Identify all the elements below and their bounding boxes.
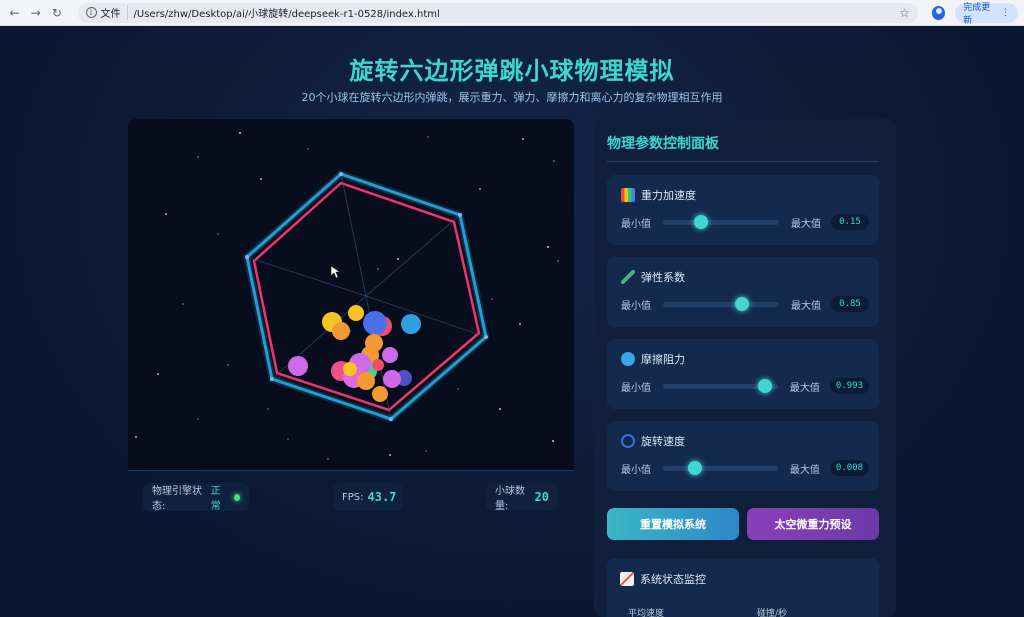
min-label: 最小值	[621, 464, 651, 476]
monitor-title: 系统状态监控	[640, 573, 706, 586]
control-panel: 物理参数控制面板 重力加速度 最小值 最大值 0.15 弹性系数 最小值 最大值…	[594, 119, 896, 617]
more-menu-icon: ⋮	[1001, 7, 1010, 18]
engine-status-box: 物理引擎状态: 正常	[143, 483, 249, 512]
ball-count-label: 小球数量:	[495, 486, 525, 512]
update-label: 完成更新	[963, 2, 991, 26]
fps-box: FPS: 43.7	[333, 483, 403, 511]
max-label: 最大值	[791, 300, 821, 312]
url-text[interactable]: /Users/zhw/Desktop/ai/小球旋转/deepseek-r1-0…	[134, 5, 900, 20]
max-label: 最大值	[789, 464, 820, 476]
rotation-slider[interactable]	[663, 460, 778, 475]
friction-slider[interactable]	[663, 378, 778, 393]
simulation-svg	[135, 132, 559, 460]
param-card-rotation: 旋转速度 最小值 最大值 0.008	[607, 421, 879, 491]
bar-chart-icon	[621, 188, 635, 202]
simulation-canvas[interactable]	[128, 119, 574, 471]
ball-count-value: 20	[534, 490, 549, 504]
forward-arrow-icon[interactable]: →	[27, 4, 44, 22]
param-label: 摩擦阻力	[641, 353, 685, 366]
spiral-icon	[621, 434, 635, 448]
ball	[372, 386, 388, 402]
ball	[332, 322, 350, 340]
param-value: 0.008	[829, 460, 869, 476]
max-label: 最大值	[791, 218, 821, 230]
param-value: 0.993	[829, 378, 869, 394]
browser-toolbar: ← → ↻ i 文件 /Users/zhw/Desktop/ai/小球旋转/de…	[0, 0, 1024, 26]
space-preset-button[interactable]: 太空微重力预设	[747, 508, 879, 540]
reload-icon[interactable]: ↻	[48, 4, 65, 22]
ruler-icon	[621, 270, 635, 284]
mouse-cursor-icon	[330, 265, 341, 279]
ball	[288, 356, 308, 376]
system-monitor: 系统状态监控 平均速度 碰撞/秒	[607, 558, 879, 617]
param-card-friction: 摩擦阻力 最小值 最大值 0.993	[607, 339, 879, 409]
file-label: 文件	[101, 5, 128, 20]
param-label: 旋转速度	[641, 435, 685, 448]
page-subtitle: 20个小球在旋转六边形内弹跳，展示重力、弹力、摩擦力和离心力的复杂物理相互作用	[301, 91, 723, 104]
fps-value: 43.7	[367, 490, 397, 504]
starfield	[135, 132, 559, 460]
slider-knob[interactable]	[694, 214, 709, 229]
param-value: 0.15	[831, 214, 869, 230]
ball	[363, 311, 387, 335]
engine-status-label: 物理引擎状态:	[152, 486, 202, 512]
status-indicator-dot	[233, 493, 240, 501]
slider-knob[interactable]	[734, 296, 749, 311]
ball	[401, 314, 421, 334]
info-icon[interactable]: i	[85, 7, 97, 18]
elasticity-slider[interactable]	[663, 296, 779, 311]
address-bar[interactable]: i 文件 /Users/zhw/Desktop/ai/小球旋转/deepseek…	[77, 2, 918, 23]
min-label: 最小值	[621, 300, 651, 312]
profile-icon[interactable]	[931, 5, 946, 20]
collisions-label: 碰撞/秒	[757, 609, 788, 617]
ball	[372, 359, 384, 371]
slider-knob[interactable]	[758, 378, 773, 393]
avg-speed-label: 平均速度	[628, 609, 665, 617]
fps-label: FPS:	[342, 491, 364, 503]
gravity-slider[interactable]	[663, 214, 779, 229]
line-chart-icon	[620, 572, 634, 586]
bookmark-star-icon[interactable]: ☆	[899, 6, 910, 20]
ball	[382, 347, 398, 363]
slider-knob[interactable]	[688, 460, 703, 475]
cycle-icon	[621, 352, 635, 366]
param-label: 弹性系数	[641, 271, 685, 284]
reset-button[interactable]: 重置模拟系统	[607, 508, 739, 540]
ball	[357, 372, 375, 390]
param-label: 重力加速度	[641, 189, 696, 202]
param-card-gravity: 重力加速度 最小值 最大值 0.15	[607, 175, 879, 245]
ball	[343, 362, 357, 376]
min-label: 最小值	[621, 218, 651, 230]
page: 旋转六边形弹跳小球物理模拟 20个小球在旋转六边形内弹跳，展示重力、弹力、摩擦力…	[0, 27, 1024, 617]
panel-title: 物理参数控制面板	[607, 136, 719, 152]
ball	[348, 305, 364, 321]
ball-count-box: 小球数量: 20	[486, 483, 558, 512]
param-card-elasticity: 弹性系数 最小值 最大值 0.85	[607, 257, 879, 327]
back-arrow-icon[interactable]: ←	[6, 4, 23, 22]
update-button[interactable]: 完成更新 ⋮	[955, 2, 1018, 26]
max-label: 最大值	[789, 382, 820, 394]
param-value: 0.85	[831, 296, 869, 312]
panel-divider	[607, 161, 879, 162]
ball	[383, 370, 401, 388]
page-title: 旋转六边形弹跳小球物理模拟	[349, 57, 675, 85]
min-label: 最小值	[621, 382, 651, 394]
engine-status-value: 正常	[210, 486, 221, 512]
